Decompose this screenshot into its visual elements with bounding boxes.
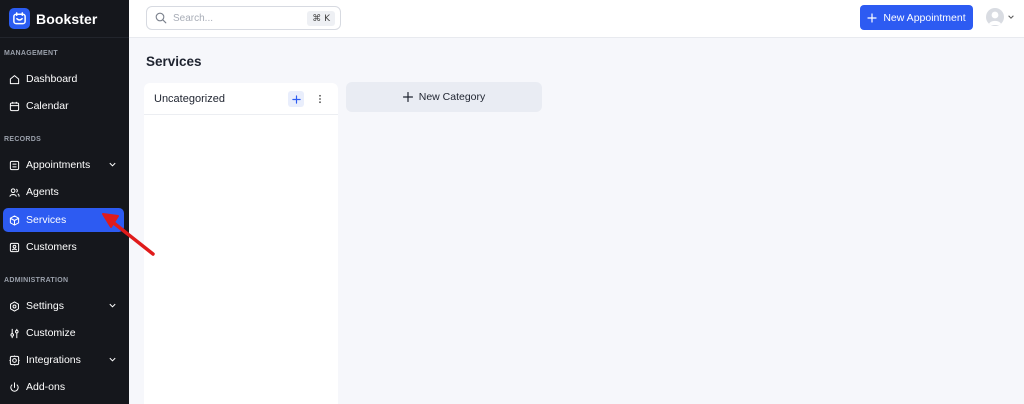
sidebar-item-calendar[interactable]: Calendar (3, 94, 124, 118)
add-service-button[interactable] (288, 91, 304, 107)
sidebar-item-integrations[interactable]: Integrations (3, 348, 124, 372)
category-header: Uncategorized (144, 83, 338, 115)
topbar: ⌘ K New Appointment (129, 0, 1024, 38)
new-appointment-label: New Appointment (883, 11, 966, 24)
section-label-administration: ADMINISTRATION (4, 277, 69, 284)
chevron-down-icon (109, 162, 116, 167)
search-box[interactable]: ⌘ K (146, 6, 341, 30)
search-input[interactable] (173, 12, 293, 24)
calendar-icon (9, 101, 20, 111)
sidebar-item-appointments[interactable]: Appointments (3, 153, 124, 177)
sidebar-item-label: Integrations (26, 354, 81, 366)
sidebar-item-dashboard[interactable]: Dashboard (3, 67, 124, 91)
sidebar-item-label: Add-ons (26, 381, 66, 393)
sidebar-item-services[interactable]: Services (3, 208, 124, 232)
gear-icon (10, 300, 19, 312)
plus-icon (402, 92, 413, 102)
category-title: Uncategorized (154, 92, 225, 105)
search-icon (155, 12, 167, 24)
sidebar: Bookster MANAGEMENT Dashboard Calendar R… (0, 0, 129, 404)
sliders-icon (10, 328, 19, 338)
appointments-icon (9, 160, 20, 170)
chevron-down-icon (109, 303, 116, 308)
sidebar-item-add-ons[interactable]: Add-ons (3, 375, 124, 399)
sidebar-item-label: Dashboard (26, 73, 78, 85)
integrations-icon (9, 354, 20, 366)
sidebar-item-agents[interactable]: Agents (3, 180, 124, 204)
search-shortcut: ⌘ K (307, 11, 335, 26)
sidebar-item-label: Services (26, 214, 67, 226)
brand[interactable]: Bookster (0, 0, 129, 38)
plus-icon (291, 94, 301, 104)
home-icon (9, 74, 20, 84)
sidebar-item-label: Appointments (26, 159, 91, 171)
cube-icon (9, 214, 20, 226)
plug-icon (10, 381, 19, 392)
category-more-button[interactable] (312, 91, 328, 107)
chevron-down-icon (109, 357, 116, 362)
new-category-label: New Category (418, 91, 486, 103)
bookster-logo-icon (9, 8, 30, 29)
user-menu[interactable] (986, 8, 1015, 26)
sidebar-item-label: Calendar (26, 100, 69, 112)
category-column: Uncategorized (144, 83, 338, 404)
section-label-records: RECORDS (4, 136, 42, 143)
sidebar-item-settings[interactable]: Settings (3, 294, 124, 318)
sidebar-item-label: Customize (26, 327, 76, 339)
sidebar-item-label: Customers (26, 241, 77, 253)
plus-icon (867, 12, 877, 23)
app-name: Bookster (36, 10, 98, 27)
sidebar-item-label: Agents (26, 186, 59, 198)
section-label-management: MANAGEMENT (4, 50, 58, 57)
sidebar-item-customize[interactable]: Customize (3, 321, 124, 345)
users-icon (9, 187, 20, 197)
new-appointment-button[interactable]: New Appointment (860, 5, 973, 30)
contact-icon (9, 242, 20, 252)
sidebar-item-label: Settings (26, 300, 64, 312)
page-title: Services (146, 54, 202, 69)
sidebar-item-customers[interactable]: Customers (3, 235, 124, 259)
new-category-button[interactable]: New Category (346, 82, 542, 112)
more-vertical-icon (319, 94, 321, 104)
avatar (986, 8, 1004, 26)
chevron-down-icon (1008, 15, 1014, 19)
